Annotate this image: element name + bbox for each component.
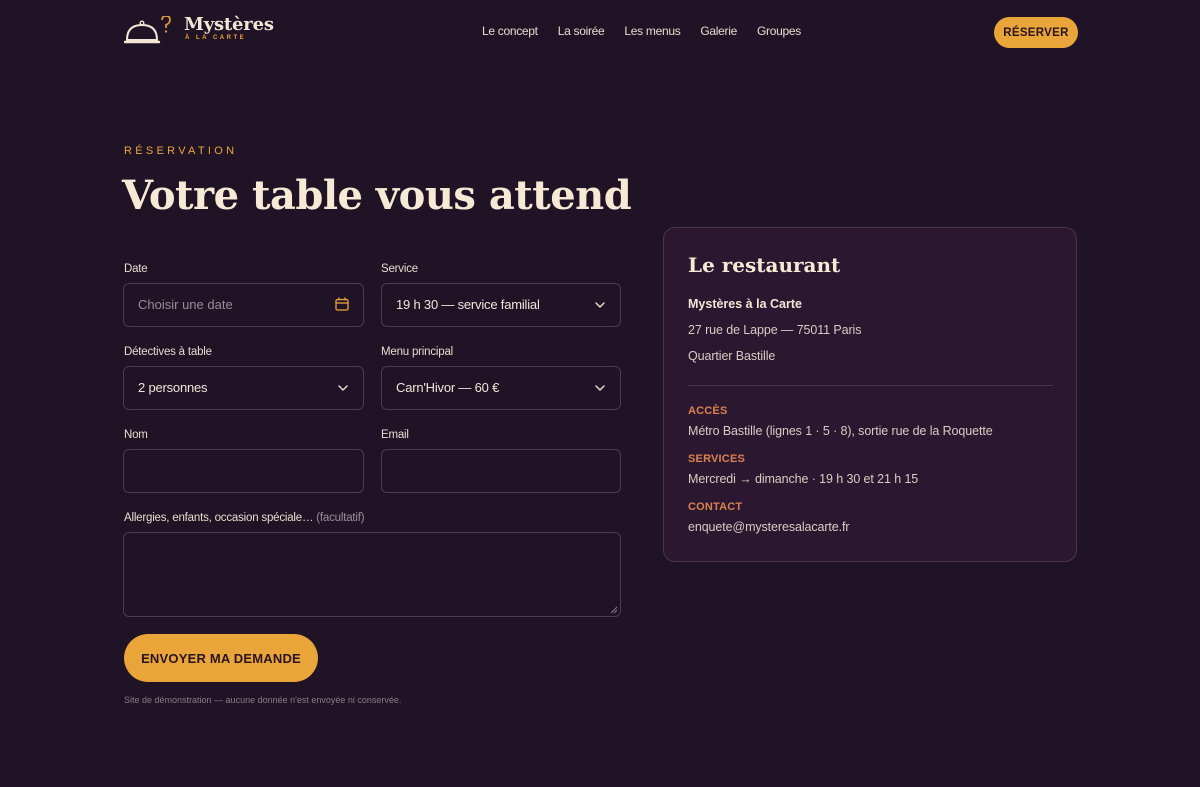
restaurant-name: Mystères à la Carte <box>688 297 802 311</box>
access-text: Métro Bastille (lignes 1 · 5 · 8), sorti… <box>688 424 993 438</box>
chevron-down-icon <box>595 302 605 308</box>
notes-textarea[interactable] <box>123 532 621 617</box>
restaurant-address: 27 rue de Lappe — 75011 Paris <box>688 323 862 337</box>
restaurant-district: Quartier Bastille <box>688 349 776 363</box>
menu-select[interactable]: Carn'Hivor — 60 € <box>381 366 621 410</box>
notes-label: Allergies, enfants, occasion spéciale… (… <box>124 512 365 524</box>
date-field[interactable]: Choisir une date <box>123 283 364 327</box>
cloche-question-icon <box>124 16 171 44</box>
demo-disclaimer: Site de démonstration — aucune donnée n'… <box>124 695 402 705</box>
date-label: Date <box>124 263 148 275</box>
brand-logo[interactable]: Mystères À LA CARTE <box>124 14 284 48</box>
access-heading: ACCÈS <box>688 405 728 417</box>
brand-subtitle: À LA CARTE <box>185 35 247 41</box>
guests-select[interactable]: 2 personnes <box>123 366 364 410</box>
chevron-down-icon <box>595 385 605 391</box>
restaurant-card: Le restaurant Mystères à la Carte 27 rue… <box>663 227 1077 562</box>
nav-link-soiree[interactable]: La soirée <box>558 24 605 38</box>
name-field[interactable] <box>123 449 364 493</box>
nav-link-groupes[interactable]: Groupes <box>757 24 801 38</box>
reserve-button[interactable]: RÉSERVER <box>994 17 1078 48</box>
card-divider <box>688 385 1053 386</box>
nav-link-menus[interactable]: Les menus <box>624 24 680 38</box>
section-eyebrow: RÉSERVATION <box>124 145 238 157</box>
page-title: Votre table vous attend <box>122 172 632 219</box>
contact-email[interactable]: enquete@mysteresalacarte.fr <box>688 520 850 534</box>
name-label: Nom <box>124 429 148 441</box>
service-select[interactable]: 19 h 30 — service familial <box>381 283 621 327</box>
brand-name: Mystères <box>184 14 274 35</box>
service-label: Service <box>381 263 418 275</box>
calendar-icon[interactable] <box>335 297 349 311</box>
site-header: Mystères À LA CARTE Le concept La soirée… <box>0 0 1200 64</box>
email-field[interactable] <box>381 449 621 493</box>
services-heading: SERVICES <box>688 453 746 465</box>
guests-label: Détectives à table <box>124 346 212 358</box>
nav-link-concept[interactable]: Le concept <box>482 24 538 38</box>
notes-optional: (facultatif) <box>316 512 365 524</box>
guests-value: 2 personnes <box>138 380 208 395</box>
services-text: Mercredi → dimanche · 19 h 30 et 21 h 15 <box>688 472 919 486</box>
menu-label: Menu principal <box>381 346 453 358</box>
chevron-down-icon <box>338 385 348 391</box>
nav-link-galerie[interactable]: Galerie <box>700 24 737 38</box>
main-nav: Le concept La soirée Les menus Galerie G… <box>482 24 821 38</box>
service-value: 19 h 30 — service familial <box>396 297 540 312</box>
contact-heading: CONTACT <box>688 501 743 513</box>
date-placeholder: Choisir une date <box>138 297 233 312</box>
submit-button[interactable]: ENVOYER MA DEMANDE <box>124 634 318 682</box>
menu-value: Carn'Hivor — 60 € <box>396 380 500 395</box>
email-label: Email <box>381 429 409 441</box>
restaurant-title: Le restaurant <box>688 253 841 277</box>
resize-grip-icon[interactable] <box>610 606 618 614</box>
notes-label-text: Allergies, enfants, occasion spéciale… <box>124 512 314 524</box>
